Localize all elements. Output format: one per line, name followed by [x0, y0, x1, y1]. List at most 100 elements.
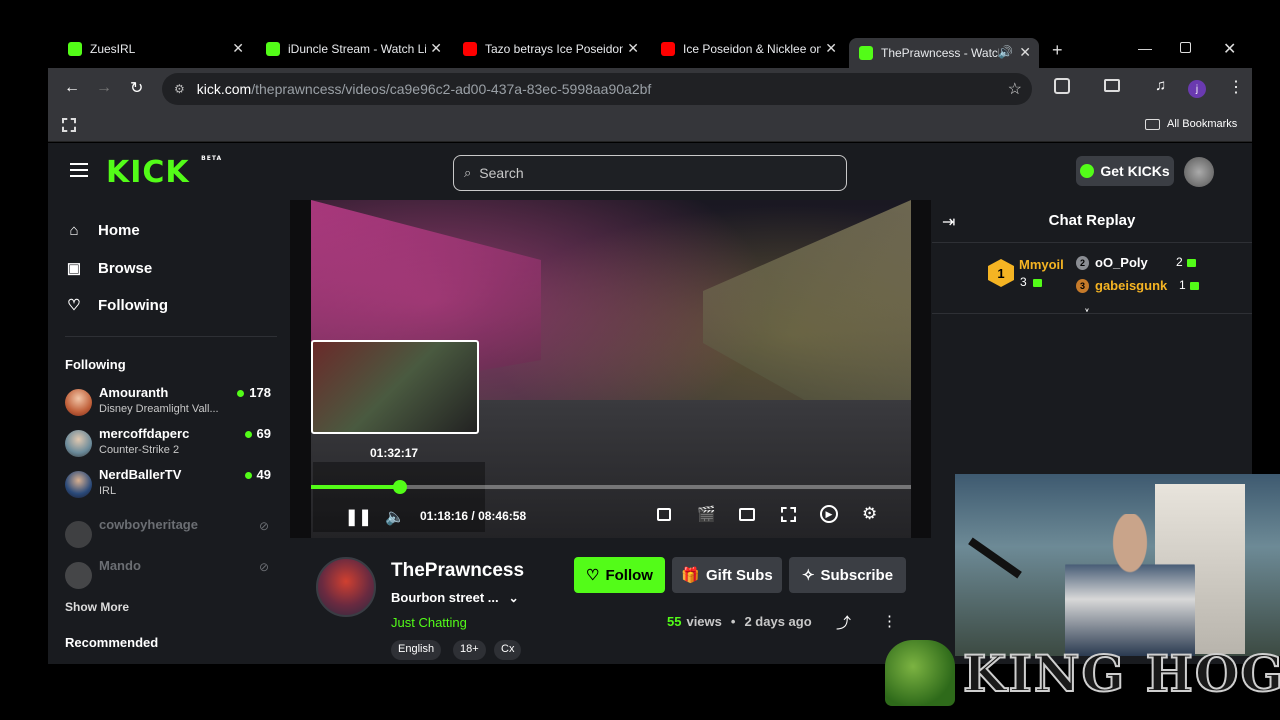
user-avatar[interactable]: [1184, 157, 1214, 187]
tag[interactable]: Cx: [494, 640, 522, 660]
leader-count: 1: [1179, 278, 1186, 292]
address-bar[interactable]: ⚙ kick.com /theprawncess/videos/ca9e96c2…: [162, 73, 1032, 105]
address-domain: kick.com: [196, 81, 252, 97]
search-placeholder: Search: [479, 165, 524, 181]
seek-bar[interactable]: [311, 480, 911, 494]
close-icon[interactable]: ✕: [430, 40, 442, 57]
get-kicks-button[interactable]: Get KICKs: [1076, 156, 1174, 186]
speaker-icon[interactable]: 🔊: [998, 45, 1013, 59]
stream-title-text: Bourbon street ...: [391, 590, 499, 605]
tab-2[interactable]: iDuncle Stream - Watch Li ✕: [256, 34, 450, 64]
offline-icon: ⊘: [258, 519, 269, 533]
following-heading: Following: [65, 357, 126, 372]
bookmark-star-icon[interactable]: ☆: [1008, 79, 1022, 99]
more-options-icon[interactable]: ⋮: [882, 612, 897, 630]
channel-avatar[interactable]: [316, 557, 376, 617]
followed-channel-offline[interactable]: Mando ⊘: [65, 558, 275, 594]
volume-icon[interactable]: 🔈: [385, 507, 405, 527]
follow-button[interactable]: ♡ Follow: [574, 557, 665, 593]
pause-button[interactable]: ❚❚: [345, 507, 372, 527]
sub-gift-icon: [1187, 259, 1196, 267]
pip-icon[interactable]: [657, 508, 671, 521]
search-input[interactable]: ⌕ Search: [453, 155, 847, 191]
time-separator: /: [471, 509, 475, 523]
rank-1-badge: 1: [988, 259, 1014, 287]
viewer-count: 178: [237, 385, 271, 400]
tab-4[interactable]: Ice Poseidon & Nicklee on ✕: [651, 34, 845, 64]
seek-preview-thumbnail: [311, 340, 479, 434]
channel-name: NerdBallerTV: [99, 467, 182, 482]
category-link[interactable]: Just Chatting: [391, 615, 467, 630]
home-icon: ⌂: [69, 221, 79, 239]
followed-channel[interactable]: Amouranth Disney Dreamlight Vall... 178: [65, 385, 275, 421]
leader-2[interactable]: 2 oO_Poly 2: [1076, 255, 1196, 273]
views-label: views: [686, 614, 722, 629]
sidebar-item-browse[interactable]: ▣ Browse: [65, 259, 152, 278]
leader-3[interactable]: 3 gabeisgunk 1: [1076, 278, 1199, 296]
share-icon[interactable]: ⤴: [836, 612, 851, 633]
theater-mode-icon[interactable]: [739, 508, 755, 521]
seek-handle[interactable]: [393, 480, 408, 494]
minimize-button[interactable]: —: [1138, 40, 1152, 56]
leader-1[interactable]: 1 Mmyoil 3: [988, 257, 1068, 291]
gift-subs-button[interactable]: 🎁 Gift Subs: [672, 557, 782, 593]
clip-icon[interactable]: 🎬: [697, 505, 716, 523]
tag[interactable]: 18+: [453, 640, 486, 660]
tab-1[interactable]: ZuesIRL ✕: [58, 34, 252, 64]
views-count: 55: [667, 614, 682, 629]
reload-button[interactable]: ↻: [130, 78, 143, 98]
close-icon[interactable]: ✕: [232, 40, 244, 57]
leaderboard-divider: [932, 313, 1252, 314]
settings-gear-icon[interactable]: ⚙: [862, 504, 877, 524]
show-more-link[interactable]: Show More: [65, 600, 129, 614]
close-icon[interactable]: ✕: [1019, 44, 1031, 61]
subscribe-button[interactable]: ✧ Subscribe: [789, 557, 906, 593]
extensions-icon[interactable]: [1054, 78, 1070, 94]
site-info-icon[interactable]: ⚙: [174, 82, 185, 96]
offline-icon: ⊘: [258, 560, 269, 574]
heart-icon: ♡: [586, 567, 600, 584]
new-tab-button[interactable]: +: [1052, 40, 1063, 61]
cast-icon[interactable]: [1104, 79, 1120, 92]
close-window-button[interactable]: ✕: [1223, 39, 1236, 59]
tab-5-active[interactable]: ThePrawncess - Watch 🔊 ✕: [849, 38, 1039, 68]
back-button[interactable]: ←: [64, 79, 80, 97]
toolbar: ← → ↻ ⚙ kick.com /theprawncess/videos/ca…: [48, 68, 1252, 110]
hamburger-menu-icon[interactable]: [70, 163, 88, 177]
channel-category: Disney Dreamlight Vall...: [99, 403, 219, 415]
viewer-count: 69: [245, 426, 271, 441]
sidebar-item-home[interactable]: ⌂ Home: [65, 221, 139, 239]
close-icon[interactable]: ✕: [825, 40, 837, 57]
followed-channel[interactable]: mercoffdaperc Counter-Strike 2 69: [65, 426, 275, 462]
tag[interactable]: English: [391, 640, 442, 660]
apps-grid-icon[interactable]: [62, 118, 76, 132]
tab-3[interactable]: Tazo betrays Ice Poseidon ✕: [453, 34, 647, 64]
video-player[interactable]: ❚❚ 🔈 01:18:16 / 08:46:58 🎬 ▶ ⚙ 01:32:17: [290, 200, 931, 538]
speed-icon[interactable]: ▶: [820, 505, 838, 523]
channel-name[interactable]: ThePrawncess: [391, 560, 524, 582]
forward-button[interactable]: →: [96, 79, 112, 97]
rank-2-badge: 2: [1076, 256, 1089, 270]
kick-logo[interactable]: KICK BETA: [106, 155, 222, 190]
menu-kebab-icon[interactable]: ⋮: [1228, 77, 1244, 97]
chevron-down-icon[interactable]: ⌄: [509, 591, 519, 605]
restore-button[interactable]: [1180, 42, 1191, 53]
sidebar-item-following[interactable]: ♡ Following: [65, 296, 168, 315]
profile-avatar[interactable]: j: [1188, 80, 1206, 98]
overlay-text: KING HOG: [962, 643, 1280, 704]
followed-channel[interactable]: NerdBallerTV IRL 49: [65, 467, 275, 503]
tab-title: Ice Poseidon & Nicklee on: [683, 42, 821, 56]
expand-leaderboard-icon[interactable]: ⩡: [1083, 303, 1091, 320]
media-control-icon[interactable]: ♫: [1155, 77, 1166, 94]
avatar: [65, 389, 92, 416]
follow-label: Follow: [605, 566, 653, 584]
followed-channel-offline[interactable]: cowboyheritage ⊘: [65, 517, 275, 553]
fullscreen-icon[interactable]: [781, 507, 796, 522]
leader-count: 3: [1020, 275, 1027, 289]
all-bookmarks-link[interactable]: All Bookmarks: [1167, 118, 1237, 130]
close-icon[interactable]: ✕: [627, 40, 639, 57]
stream-title[interactable]: Bourbon street ... ⌄: [391, 590, 519, 605]
microphone: [968, 537, 1022, 579]
gift-subs-label: Gift Subs: [706, 566, 773, 584]
sub-gift-icon: [1033, 279, 1042, 287]
